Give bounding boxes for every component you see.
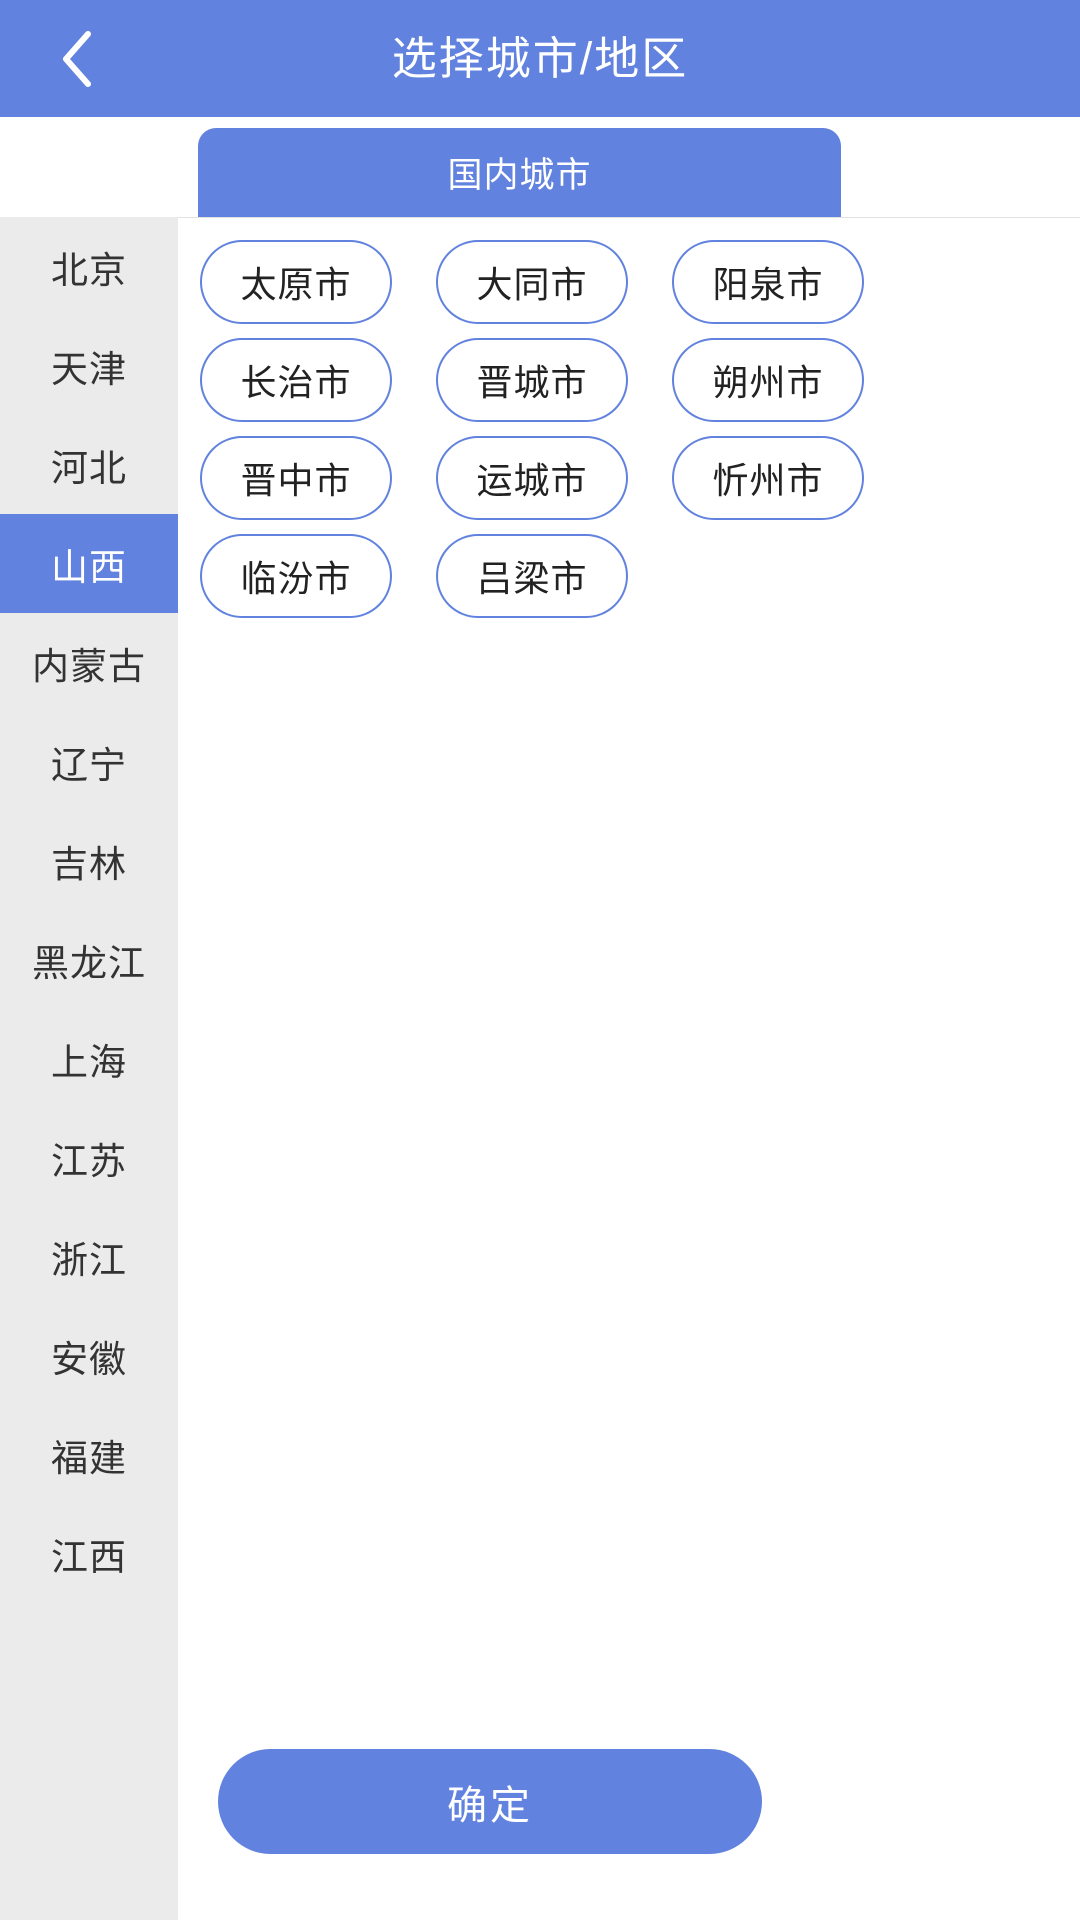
city-chip[interactable]: 阳泉市 [672, 240, 864, 324]
city-chip[interactable]: 太原市 [200, 240, 392, 324]
sidebar-item-province[interactable]: 辽宁 [0, 712, 178, 811]
sidebar-item-province[interactable]: 北京 [0, 217, 178, 316]
sidebar-item-province[interactable]: 黑龙江 [0, 910, 178, 1009]
sidebar-item-province[interactable]: 浙江 [0, 1207, 178, 1306]
city-chip[interactable]: 晋中市 [200, 436, 392, 520]
city-chip[interactable]: 朔州市 [672, 338, 864, 422]
city-chip[interactable]: 运城市 [436, 436, 628, 520]
sidebar-item-province[interactable]: 江西 [0, 1504, 178, 1603]
city-chip[interactable]: 临汾市 [200, 534, 392, 618]
tab-bar: 国内城市 [0, 117, 1080, 217]
city-chip[interactable]: 长治市 [200, 338, 392, 422]
city-chip-grid: 太原市 大同市 阳泉市 长治市 晋城市 朔州市 晋中市 运城市 忻州市 临汾市 … [178, 218, 1080, 632]
province-sidebar[interactable]: 北京 天津 河北 山西 内蒙古 辽宁 吉林 黑龙江 上海 江苏 浙江 安徽 福建… [0, 217, 178, 1920]
sidebar-item-province[interactable]: 天津 [0, 316, 178, 415]
footer-bar: 确定 [178, 1732, 1080, 1920]
city-chip[interactable]: 大同市 [436, 240, 628, 324]
city-picker-screen: 选择城市/地区 国内城市 北京 天津 河北 山西 内蒙古 辽宁 吉林 黑龙江 上… [0, 0, 1080, 1920]
sidebar-item-province[interactable]: 安徽 [0, 1306, 178, 1405]
tab-domestic-cities[interactable]: 国内城市 [198, 128, 841, 217]
back-button[interactable] [38, 0, 116, 117]
app-header: 选择城市/地区 [0, 0, 1080, 117]
city-chip[interactable]: 忻州市 [672, 436, 864, 520]
city-chip[interactable]: 晋城市 [436, 338, 628, 422]
sidebar-item-province[interactable]: 福建 [0, 1405, 178, 1504]
city-panel: 太原市 大同市 阳泉市 长治市 晋城市 朔州市 晋中市 运城市 忻州市 临汾市 … [178, 217, 1080, 1920]
sidebar-item-province[interactable]: 江苏 [0, 1108, 178, 1207]
sidebar-item-province[interactable]: 上海 [0, 1009, 178, 1108]
sidebar-item-province[interactable]: 吉林 [0, 811, 178, 910]
confirm-button[interactable]: 确定 [218, 1749, 762, 1854]
chevron-left-icon [56, 28, 98, 90]
sidebar-item-province-selected[interactable]: 山西 [0, 514, 178, 613]
page-title: 选择城市/地区 [391, 33, 689, 84]
city-chip[interactable]: 吕梁市 [436, 534, 628, 618]
sidebar-item-province[interactable]: 内蒙古 [0, 613, 178, 712]
picker-body: 北京 天津 河北 山西 内蒙古 辽宁 吉林 黑龙江 上海 江苏 浙江 安徽 福建… [0, 217, 1080, 1920]
sidebar-item-province[interactable]: 河北 [0, 415, 178, 514]
